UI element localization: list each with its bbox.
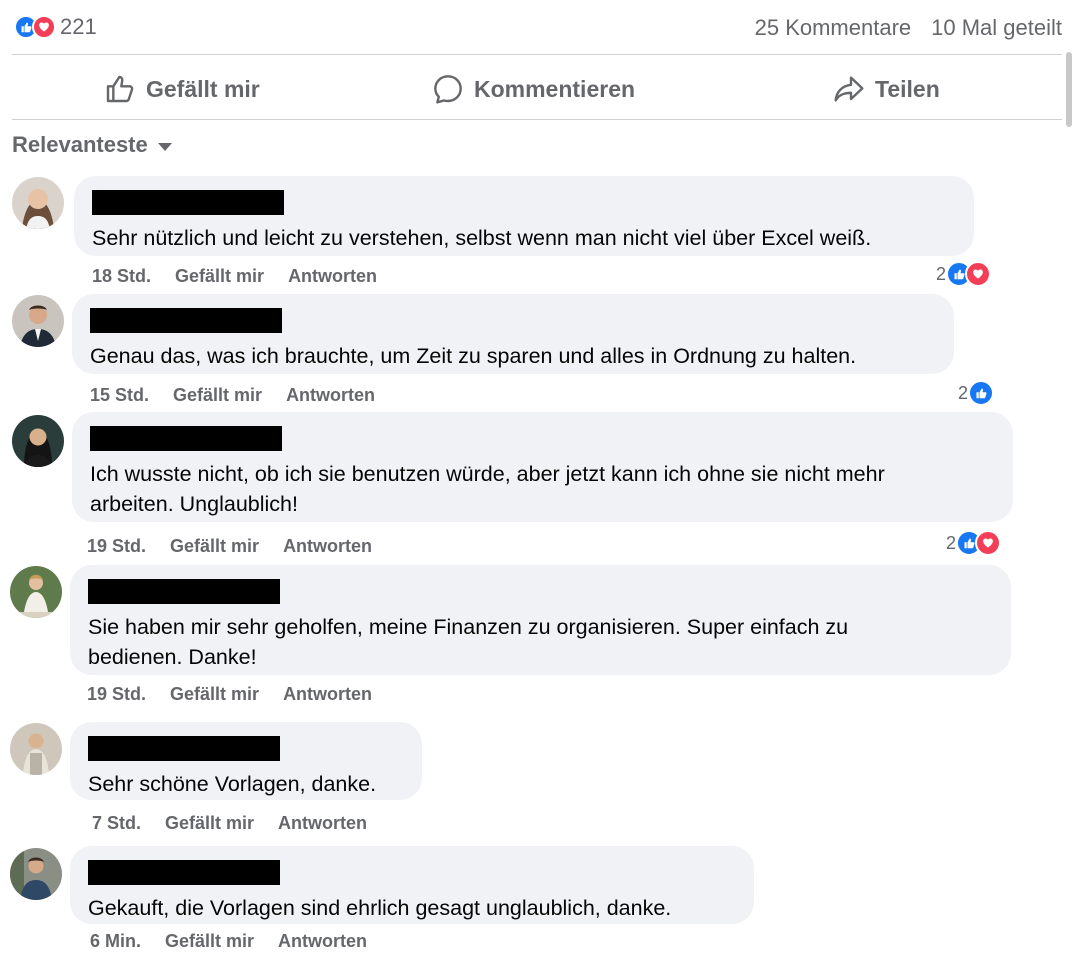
comment-timestamp[interactable]: 19 Std. <box>87 536 146 557</box>
comment-text: Genau das, was ich brauchte, um Zeit zu … <box>90 344 857 368</box>
comment-timestamp[interactable]: 7 Std. <box>92 813 141 834</box>
comment-meta: 7 Std. Gefällt mir Antworten <box>92 813 367 834</box>
comment-meta: 19 Std. Gefällt mir Antworten <box>87 684 372 705</box>
comment-reply-link[interactable]: Antworten <box>278 931 367 952</box>
comment-timestamp[interactable]: 18 Std. <box>92 266 151 287</box>
comment-like-link[interactable]: Gefällt mir <box>165 813 254 834</box>
comment-bubble: Gekauft, die Vorlagen sind ehrlich gesag… <box>70 846 754 924</box>
comment-reply-link[interactable]: Antworten <box>283 684 372 705</box>
comment-timestamp[interactable]: 6 Min. <box>90 931 141 952</box>
comment-like-link[interactable]: Gefällt mir <box>175 266 264 287</box>
avatar[interactable] <box>12 415 64 467</box>
comment-meta: 15 Std. Gefällt mir Antworten <box>90 385 375 406</box>
avatar[interactable] <box>10 848 62 900</box>
avatar[interactable] <box>10 723 62 775</box>
comment-button[interactable]: Kommentieren <box>432 72 635 106</box>
comment-meta: 19 Std. Gefällt mir Antworten <box>87 536 372 557</box>
comment-reactions[interactable]: 2 <box>936 261 992 287</box>
comment-reactions[interactable]: 2 <box>958 380 995 406</box>
reaction-count[interactable]: 221 <box>60 14 97 40</box>
like-button[interactable]: Gefällt mir <box>104 72 260 106</box>
redacted-author-name <box>88 579 280 604</box>
comment-meta: 18 Std. Gefällt mir Antworten <box>92 266 377 287</box>
avatar[interactable] <box>12 295 64 347</box>
scrollbar[interactable] <box>1066 52 1072 127</box>
comment-text-line-2: bedienen. Danke! <box>88 645 257 669</box>
redacted-author-name <box>88 736 280 761</box>
share-button-label: Teilen <box>875 75 940 102</box>
comments-count-link[interactable]: 25 Kommentare <box>755 15 912 41</box>
comment-reply-link[interactable]: Antworten <box>283 536 372 557</box>
share-icon <box>834 76 864 102</box>
comment-like-link[interactable]: Gefällt mir <box>173 385 262 406</box>
comment-meta: 6 Min. Gefällt mir Antworten <box>90 931 367 952</box>
divider <box>12 119 1062 120</box>
comment-text: Sehr nützlich und leicht zu verstehen, s… <box>92 226 872 250</box>
comment-reactions[interactable]: 2 <box>946 530 1002 556</box>
shares-count-link[interactable]: 10 Mal geteilt <box>931 15 1062 41</box>
sort-dropdown[interactable]: Relevanteste <box>12 132 172 158</box>
like-icon <box>968 380 995 406</box>
redacted-author-name <box>90 426 282 451</box>
comment-like-link[interactable]: Gefällt mir <box>170 684 259 705</box>
avatar[interactable] <box>10 566 62 618</box>
comment-bubble: Genau das, was ich brauchte, um Zeit zu … <box>72 294 954 374</box>
redacted-author-name <box>92 190 284 215</box>
caret-down-icon <box>157 142 172 151</box>
comment-like-link[interactable]: Gefällt mir <box>170 536 259 557</box>
sort-label: Relevanteste <box>12 132 148 157</box>
comment-bubble: Ich wusste nicht, ob ich sie benutzen wü… <box>72 412 1013 522</box>
comment-text: Sehr schöne Vorlagen, danke. <box>88 772 377 796</box>
comment-bubble: Sie haben mir sehr geholfen, meine Finan… <box>70 565 1011 675</box>
comment-button-label: Kommentieren <box>474 75 636 102</box>
love-icon <box>32 15 56 39</box>
comment-timestamp[interactable]: 19 Std. <box>87 684 146 705</box>
reaction-count: 2 <box>936 263 947 284</box>
comment-text-line-1: Ich wusste nicht, ob ich sie benutzen wü… <box>90 462 885 486</box>
thumbs-up-icon <box>106 75 134 103</box>
redacted-author-name <box>88 860 280 885</box>
redacted-author-name <box>90 308 282 333</box>
comment-reply-link[interactable]: Antworten <box>286 385 375 406</box>
reaction-count: 2 <box>946 532 957 553</box>
divider <box>12 54 1062 55</box>
post-stats: 25 Kommentare 10 Mal geteilt <box>755 15 1062 41</box>
comment-text-line-1: Sie haben mir sehr geholfen, meine Finan… <box>88 615 849 639</box>
comment-text-line-2: arbeiten. Unglaublich! <box>90 492 298 516</box>
like-button-label: Gefällt mir <box>146 75 260 102</box>
love-icon <box>965 261 992 287</box>
reaction-summary[interactable]: 221 <box>14 14 97 40</box>
comment-icon <box>434 75 462 104</box>
share-button[interactable]: Teilen <box>833 72 940 106</box>
comment-bubble: Sehr nützlich und leicht zu verstehen, s… <box>74 176 974 256</box>
comment-like-link[interactable]: Gefällt mir <box>165 931 254 952</box>
comment-bubble: Sehr schöne Vorlagen, danke. <box>70 722 422 800</box>
reaction-count: 2 <box>958 382 969 403</box>
comment-timestamp[interactable]: 15 Std. <box>90 385 149 406</box>
comment-reply-link[interactable]: Antworten <box>278 813 367 834</box>
avatar[interactable] <box>12 177 64 229</box>
love-icon <box>975 530 1002 556</box>
comment-reply-link[interactable]: Antworten <box>288 266 377 287</box>
comment-text: Gekauft, die Vorlagen sind ehrlich gesag… <box>88 896 672 920</box>
